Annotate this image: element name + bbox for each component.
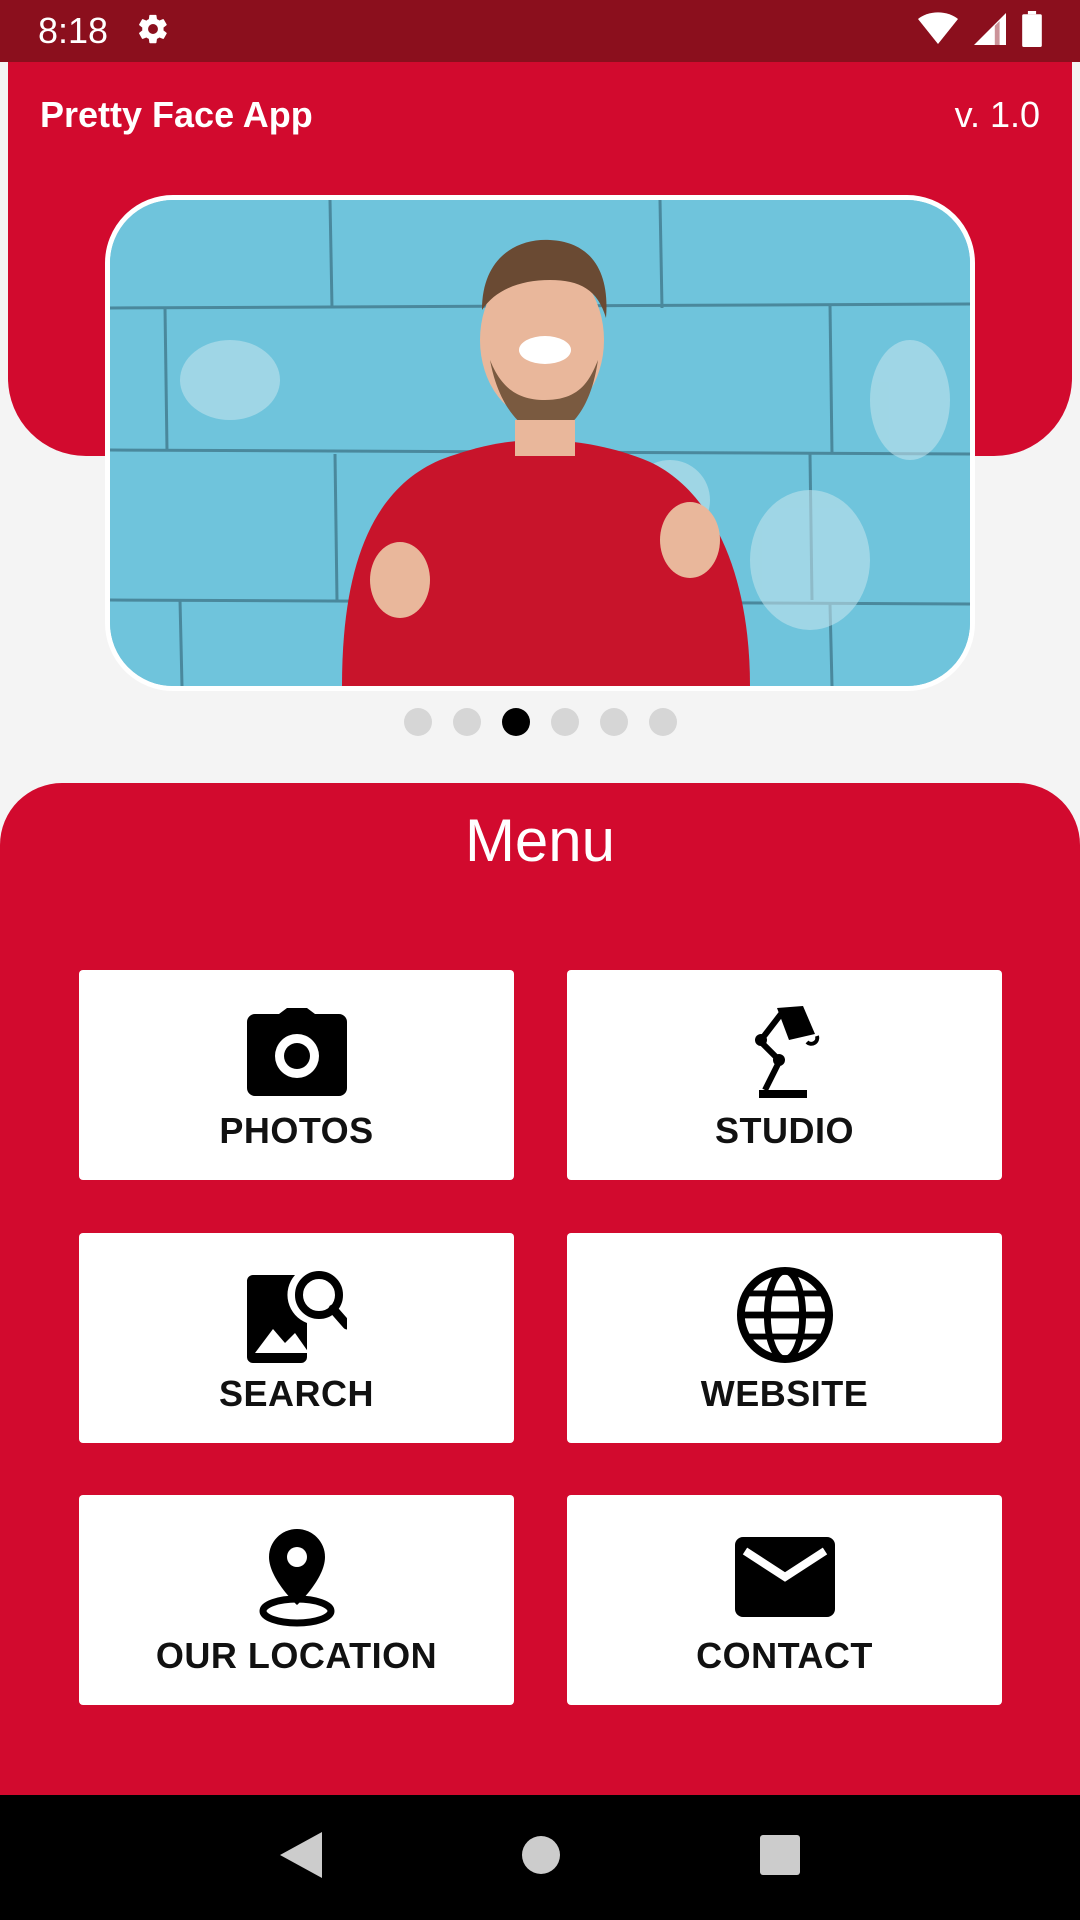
recents-icon[interactable] [760, 1835, 801, 1880]
photos-button[interactable]: PHOTOS [79, 970, 514, 1180]
mail-icon [734, 1529, 835, 1625]
home-icon[interactable] [521, 1835, 561, 1880]
status-bar: 8:18 [0, 0, 1080, 62]
desk-lamp-icon [745, 1004, 825, 1100]
wifi-icon [918, 11, 958, 51]
search-label: SEARCH [218, 1373, 374, 1414]
studio-button[interactable]: STUDIO [567, 970, 1002, 1180]
status-left: 8:18 [38, 10, 170, 52]
status-right [918, 10, 1042, 52]
our-location-button[interactable]: OUR LOCATION [79, 1495, 514, 1705]
studio-label: STUDIO [714, 1110, 854, 1151]
carousel-dot[interactable] [550, 708, 579, 736]
camera-icon [246, 1004, 347, 1100]
back-icon[interactable] [279, 1832, 322, 1883]
carousel-dot-active[interactable] [501, 708, 530, 736]
carousel-dot[interactable] [403, 708, 432, 736]
menu-title: Menu [464, 807, 616, 874]
search-button[interactable]: SEARCH [79, 1233, 514, 1443]
globe-icon [736, 1266, 834, 1364]
contact-button[interactable]: CONTACT [567, 1495, 1002, 1705]
signal-icon [974, 12, 1006, 51]
carousel-indicator [0, 708, 1080, 738]
website-label: WEBSITE [700, 1373, 869, 1414]
contact-label: CONTACT [696, 1635, 873, 1676]
carousel-dot[interactable] [452, 708, 481, 736]
navigation-bar [0, 1795, 1080, 1920]
image-search-icon [246, 1267, 347, 1363]
status-time: 8:18 [38, 10, 109, 51]
app-title: Pretty Face App [40, 94, 313, 135]
gear-icon [136, 12, 170, 51]
location-pin-icon [257, 1529, 337, 1627]
carousel-dot[interactable] [648, 708, 677, 736]
battery-icon [1022, 10, 1042, 52]
carousel-dot[interactable] [599, 708, 628, 736]
carousel-photo [110, 200, 970, 686]
our-location-label: OUR LOCATION [155, 1635, 438, 1676]
carousel-image[interactable] [105, 195, 975, 691]
app-version: v. 1.0 [954, 94, 1040, 135]
photos-label: PHOTOS [219, 1110, 374, 1151]
website-button[interactable]: WEBSITE [567, 1233, 1002, 1443]
